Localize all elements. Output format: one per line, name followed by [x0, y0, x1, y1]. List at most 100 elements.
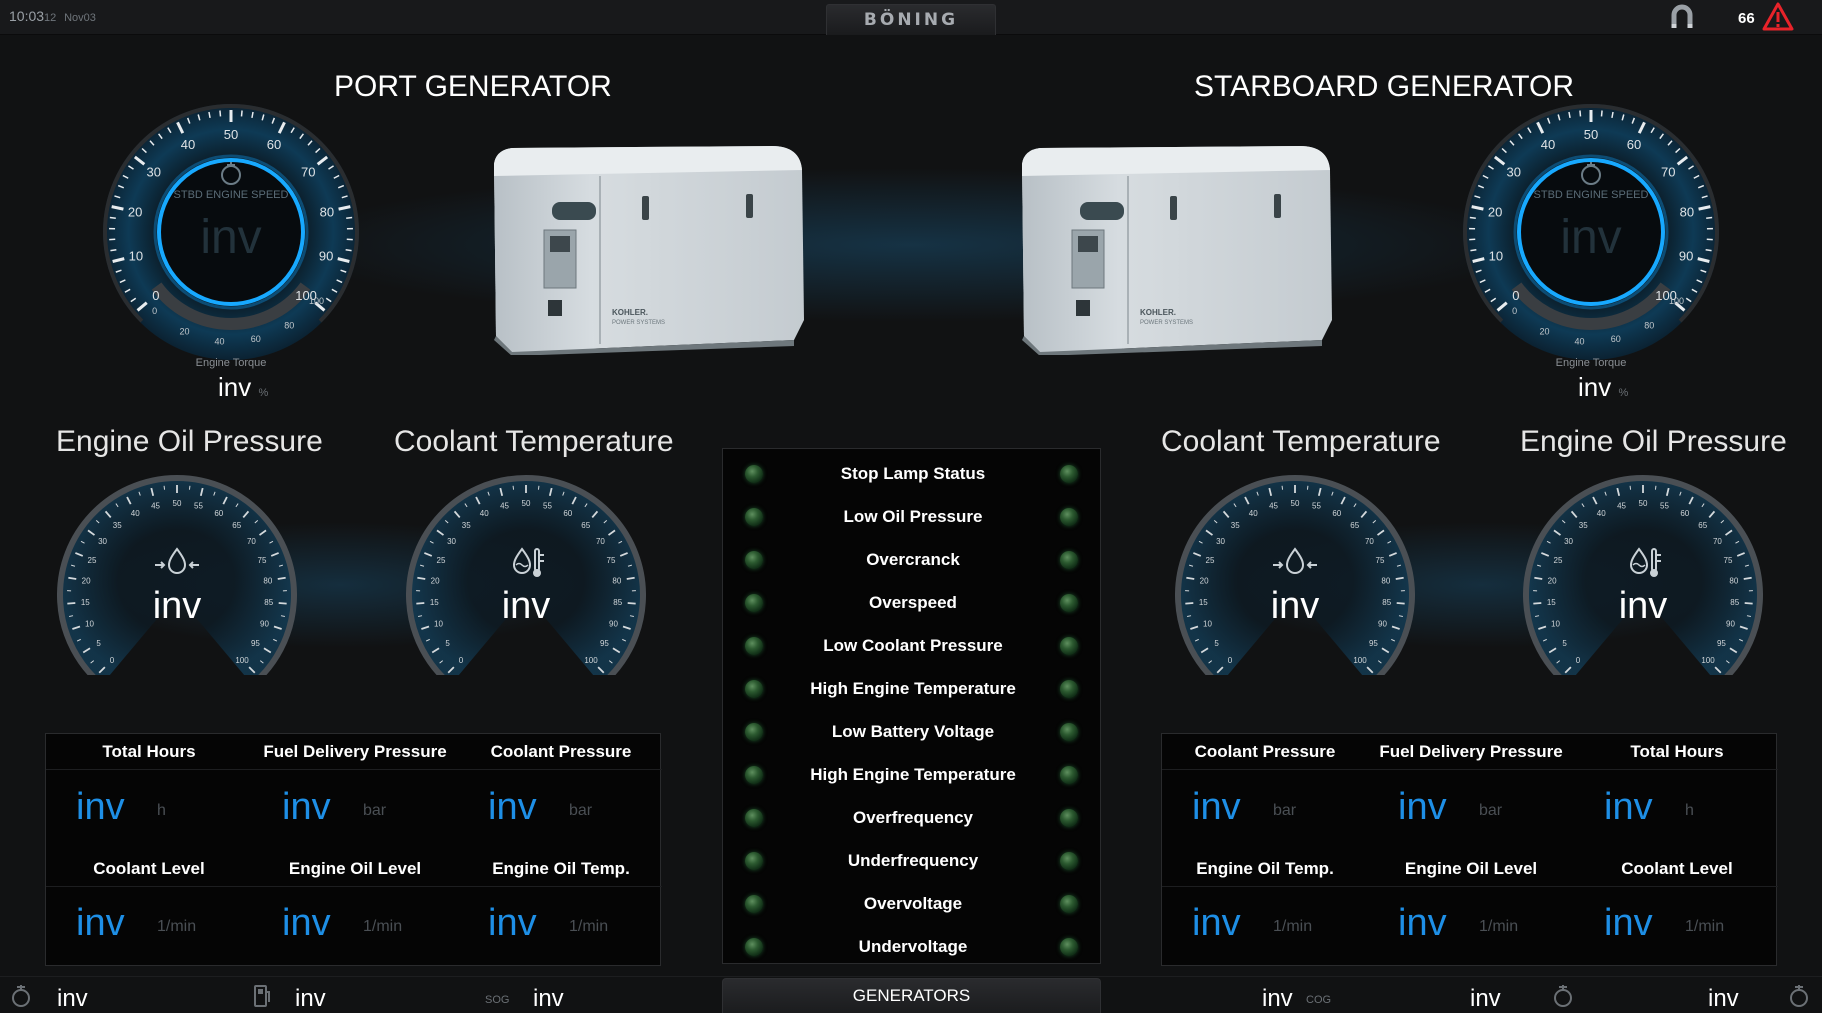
small-dial-tick-label: 5	[96, 639, 101, 648]
lamp-label: Overspeed	[869, 593, 957, 612]
small-dial-tick-label: 50	[522, 499, 531, 508]
torque-unit: %	[1618, 387, 1629, 399]
lamp-label: Low Coolant Pressure	[823, 636, 1003, 655]
genset-subbrand: POWER SYSTEMS	[1140, 320, 1193, 326]
dial-tick-label: 70	[1661, 165, 1675, 180]
footer-value: inv	[295, 985, 326, 1012]
status-lamp-left	[745, 680, 763, 698]
status-lamp-right	[1060, 895, 1078, 913]
row-divider	[1162, 769, 1778, 770]
engine-icon[interactable]	[1551, 983, 1575, 1009]
port-torque-label: Engine Torque	[195, 357, 267, 369]
status-lamp-left	[745, 852, 763, 870]
small-dial-tick-label: 50	[173, 499, 182, 508]
lamp-label: Overfrequency	[853, 808, 973, 827]
cell-unit: bar	[1273, 802, 1297, 819]
warning-icon[interactable]	[1762, 2, 1794, 32]
tab-generators[interactable]: GENERATORS	[722, 978, 1101, 1013]
speed-label: STBD ENGINE SPEED	[1533, 189, 1649, 201]
lamp-label: Low Battery Voltage	[831, 722, 995, 741]
small-dial-tick-label: 60	[563, 509, 572, 518]
row-divider	[1162, 886, 1778, 887]
dial-tick	[1611, 111, 1614, 119]
stbd-coolant-temp-gauge: 0 5 10 15 20 25 30 35 40 45 50 55 60 65 70 75 80 85 90 95 10…	[1175, 475, 1415, 675]
starboard-engine-speed-gauge: 0 10 20 30 40 50 60 70 80 90 100 0 20 40 60 80 100 STBD …	[1456, 97, 1726, 367]
small-dial-tick-label: 100	[235, 656, 249, 665]
torque-unit: %	[258, 387, 269, 399]
lamp-row: Low Oil Pressure	[723, 496, 1102, 539]
small-dial-tick-label: 70	[1365, 537, 1374, 546]
fuel-pump-icon[interactable]	[250, 983, 274, 1009]
cell-unit: h	[1685, 802, 1694, 819]
small-dial-tick-label: 50	[1639, 499, 1648, 508]
lamp-label: Undervoltage	[858, 937, 968, 956]
starboard-data-panel: Coolant Pressure Fuel Delivery Pressure …	[1161, 733, 1778, 966]
small-dial-tick-label: 55	[194, 502, 203, 511]
port-torque-value: inv %	[218, 372, 268, 403]
small-dial-tick-label: 45	[151, 502, 160, 511]
small-dial-tick-label: 35	[1579, 521, 1588, 530]
lamp-row: Stop Lamp Status	[723, 453, 1102, 496]
small-dial-tick	[1395, 576, 1404, 580]
status-lamp-right	[1060, 680, 1078, 698]
speed-value: inv	[200, 211, 262, 264]
port-coolant-temp-title: Coolant Temperature	[394, 425, 674, 458]
status-lamp-left	[745, 723, 763, 741]
status-lamp-left	[745, 809, 763, 827]
dial-tick-label: 70	[301, 165, 315, 180]
small-dial-tick-label: 95	[600, 639, 609, 648]
small-dial-tick	[626, 576, 635, 580]
small-dial-tick-label: 75	[258, 556, 267, 565]
speed-label: STBD ENGINE SPEED	[173, 189, 289, 201]
torque-tick-label: 40	[214, 336, 224, 346]
small-dial-tick-label: 95	[1369, 639, 1378, 648]
status-lamp-right	[1060, 938, 1078, 956]
small-dial-tick-label: 35	[113, 521, 122, 530]
port-engine-speed-gauge: 0 10 20 30 40 50 60 70 80 90 100 0 20 40 60 80 100 STBD …	[96, 97, 366, 367]
small-dial-tick-label: 55	[543, 502, 552, 511]
small-dial-tick-label: 60	[1680, 509, 1689, 518]
small-dial-tick-label: 30	[98, 537, 107, 546]
genset-brand: KOHLER.	[1140, 308, 1176, 317]
cell-value: inv	[282, 902, 331, 944]
alarm-count[interactable]: 66	[1738, 10, 1755, 27]
engine-icon	[216, 159, 246, 187]
dial-tick	[1579, 110, 1582, 117]
cog-label: COG	[1306, 994, 1332, 1006]
small-dial-tick-label: 30	[1564, 537, 1573, 546]
magnet-icon[interactable]	[1668, 3, 1696, 31]
small-dial-tick-label: 25	[1554, 556, 1563, 565]
dial-tick-label: 30	[1507, 165, 1521, 180]
torque-tick-label: 80	[1644, 320, 1654, 330]
brand-logo[interactable]: BÖNING	[826, 4, 996, 35]
dial-tick-label: 30	[147, 165, 161, 180]
dial-tick	[251, 111, 254, 119]
footer-value: inv	[1262, 985, 1293, 1012]
dial-tick-label: 40	[181, 137, 195, 152]
engine-icon[interactable]	[1787, 983, 1811, 1009]
engine-icon[interactable]	[9, 983, 33, 1009]
torque-tick-label: 80	[284, 320, 294, 330]
small-dial-tick-label: 35	[1231, 521, 1240, 530]
small-dial-tick-label: 40	[131, 509, 140, 518]
torque-tick-label: 40	[1574, 336, 1584, 346]
status-lamp-left	[745, 938, 763, 956]
cell-unit: bar	[363, 802, 387, 819]
small-dial-tick-label: 75	[607, 556, 616, 565]
status-lamp-right	[1060, 723, 1078, 741]
stbd-oil-pressure-title: Engine Oil Pressure	[1520, 425, 1787, 458]
small-dial-tick-label: 95	[251, 639, 260, 648]
small-dial-tick-label: 0	[1576, 656, 1581, 665]
cell-label: Total Hours	[1630, 742, 1724, 761]
genset-brand: KOHLER.	[612, 308, 648, 317]
starboard-generator-image: KOHLER. POWER SYSTEMS	[1010, 140, 1340, 356]
lamp-label: Overvoltage	[863, 894, 963, 913]
cell-label: Engine Oil Level	[288, 859, 422, 878]
small-dial-tick-label: 45	[1269, 502, 1278, 511]
dial-tick-label: 0	[152, 288, 159, 303]
small-dial-tick	[1534, 576, 1543, 580]
gauge-value: inv	[501, 585, 551, 627]
lamp-row: Overvoltage	[723, 883, 1102, 926]
gauge-value: inv	[1270, 585, 1320, 627]
small-dial-tick-label: 5	[1214, 639, 1219, 648]
